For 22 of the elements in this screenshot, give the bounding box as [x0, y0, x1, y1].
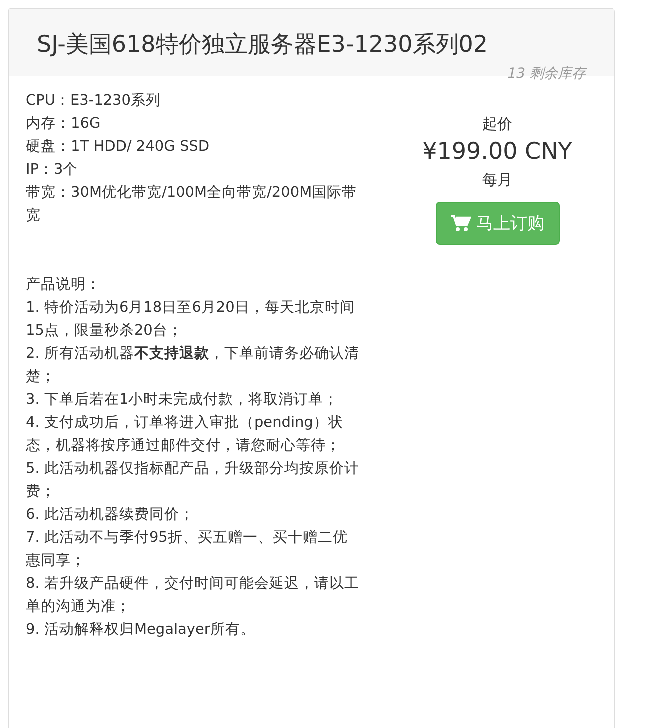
product-title: SJ-美国618特价独立服务器E3-1230系列02 [37, 32, 488, 58]
cart-icon [450, 215, 470, 232]
stock-count: 13 剩余库存 [508, 65, 586, 83]
spec-text: 带宽：30M优化带宽/100M全向带宽/200M国际带宽 [26, 184, 358, 226]
price-label: 起价 [482, 114, 512, 135]
spec-text: CPU：E3-1230系列 [26, 92, 162, 111]
note-text: 7. 此活动不与季付95折、买五赠一、买十赠二优惠同享； [26, 529, 349, 571]
spec-text: 内存：16G [26, 115, 102, 134]
note-text: 1. 特价活动为6月18日至6月20日，每天北京时间15点，限量秒杀20台； [26, 298, 356, 341]
note-text: 6. 此活动机器续费同价； [26, 506, 196, 525]
note-text: 2. 所有活动机器不支持退款，下单前请务必确认清楚； [26, 344, 360, 387]
price: ¥199.00 CNY [422, 138, 572, 167]
notes-heading: 产品说明： [26, 276, 102, 295]
billing-period: 每月 [482, 170, 512, 191]
note-text: 4. 支付成功后，订单将进入审批（pending）状态，机器将按序通过邮件交付，请您耐心等待； [26, 414, 344, 456]
order-button[interactable]: 马上订购 [436, 202, 560, 245]
note-text: 5. 此活动机器仅指标配产品，升级部分均按原价计费； [26, 460, 360, 502]
spec-text: 硬盘：1T HDD/ 240G SSD [26, 138, 211, 157]
note-text: 8. 若升级产品硬件，交付时间可能会延迟，请以工单的沟通为准； [26, 574, 360, 617]
note-text: 3. 下单后若在1小时未完成付款，将取消订单； [26, 390, 340, 410]
spec-text: IP：3个 [26, 161, 80, 180]
note-text: 9. 活动解释权归Megalayer所有。 [26, 621, 256, 640]
